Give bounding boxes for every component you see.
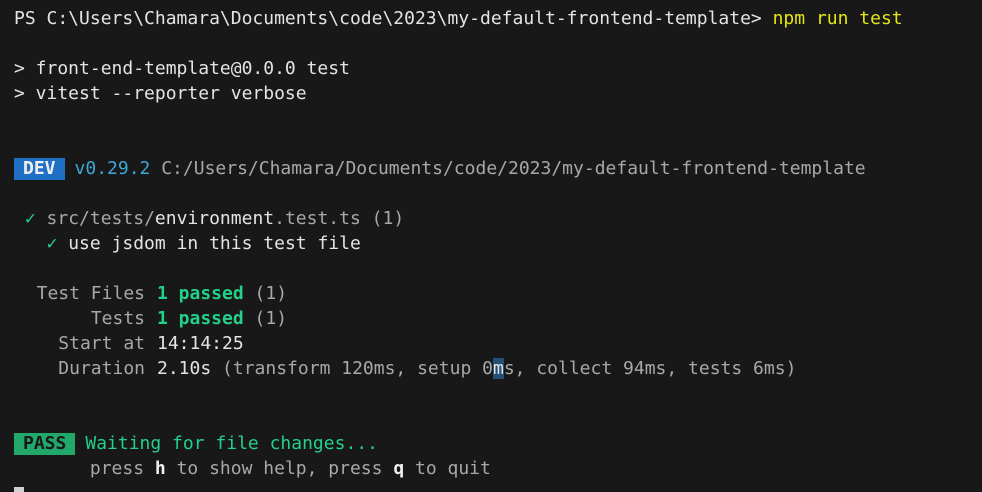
summary-label: Duration [58,358,145,379]
test-file-line: ✓ src/tests/environment.test.ts (1) [14,206,982,231]
help-key-q: q [393,458,405,479]
check-icon: ✓ [24,208,36,229]
summary-tests: Tests 1 passed (1) [14,306,982,331]
text-selection[interactable]: m [492,358,504,379]
test-file-ext: .test.ts [274,208,361,229]
start-time: 14:14:25 [157,333,244,354]
summary-passed: 1 passed [157,283,244,304]
status-message: Waiting for file changes... [85,433,378,454]
help-line: press h to show help, press q to quit [14,456,982,481]
help-text: to quit [404,458,491,479]
duration-detail-a: (transform 120ms, setup 0 [222,358,493,379]
summary-passed: 1 passed [157,308,244,329]
help-text: press [89,458,155,479]
summary-label: Start at [58,333,145,354]
test-case-line: ✓ use jsdom in this test file [14,231,982,256]
summary-count: (1) [254,283,288,304]
cursor-line[interactable] [14,481,982,492]
summary-test-files: Test Files 1 passed (1) [14,281,982,306]
dev-header: DEV v0.29.2 C:/Users/Chamara/Documents/co… [14,156,982,181]
terminal-cursor[interactable] [14,487,24,492]
check-icon: ✓ [46,233,58,254]
summary-label: Test Files [36,283,145,304]
duration-value: 2.10s [157,358,212,379]
test-case-name: use jsdom in this test file [68,233,361,254]
summary-start: Start at 14:14:25 [14,331,982,356]
duration-detail: (transform 120ms, setup 0ms, collect 94m… [222,358,796,379]
test-file-name: environment [154,208,275,229]
test-file-count: (1) [371,208,405,229]
summary-count: (1) [254,308,288,329]
test-file-dir: src/tests/ [46,208,155,229]
command-text: npm run test [772,8,903,29]
status-line: PASS Waiting for file changes... [14,431,982,456]
summary-duration: Duration 2.10s (transform 120ms, setup 0m… [14,356,982,381]
summary-label: Tests [90,308,145,329]
pass-badge: PASS [14,433,76,455]
terminal-window[interactable]: PS C:\Users\Chamara\Documents\code\2023\… [0,0,982,492]
help-text: to show help, press [165,458,394,479]
dev-badge: DEV [14,158,65,180]
vitest-version: v0.29.2 [74,158,151,179]
prompt-line: PS C:\Users\Chamara\Documents\code\2023\… [14,6,982,31]
project-path: C:/Users/Chamara/Documents/code/2023/my-… [161,158,866,179]
ps-path: PS C:\Users\Chamara\Documents\code\2023\… [14,8,762,29]
help-key-h: h [154,458,166,479]
duration-detail-b: s, collect 94ms, tests 6ms) [503,358,797,379]
npm-output-line-1: > front-end-template@0.0.0 test [14,58,350,79]
npm-output-line-2: > vitest --reporter verbose [14,83,307,104]
